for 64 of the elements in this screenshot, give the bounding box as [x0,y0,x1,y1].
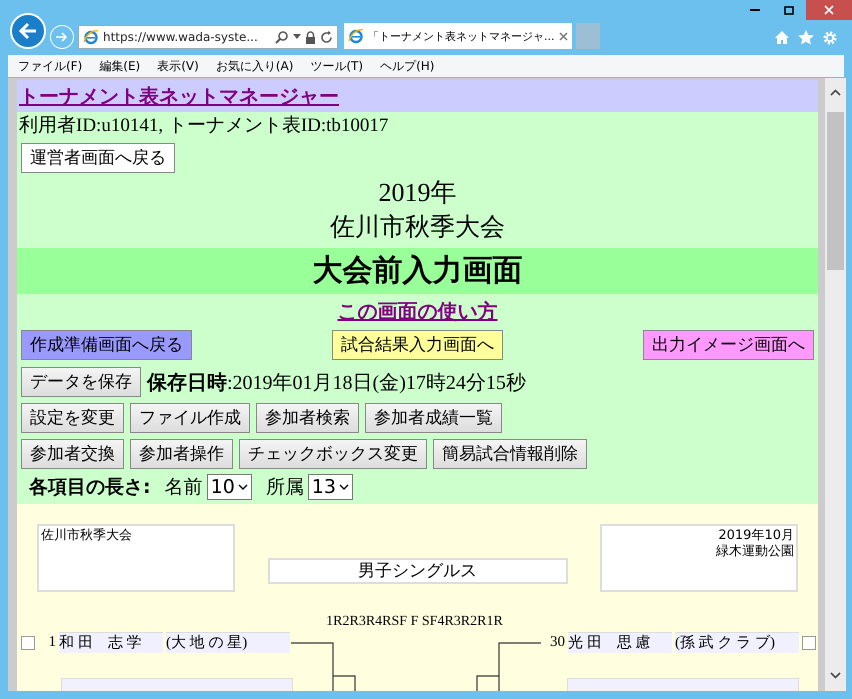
tool-button[interactable]: 簡易試合情報削除 [433,439,587,469]
maximize-icon [784,6,794,14]
club-length-select[interactable]: 13 [308,474,353,500]
menu-item[interactable]: お気に入り(A) [216,58,294,74]
scroll-down-icon[interactable] [830,672,841,679]
browser-logo-icon [348,28,364,44]
name-length-label: 名前 [164,475,203,500]
player-name: 和 田 志 学 [59,632,163,653]
browser-tab[interactable]: 「トーナメント表ネットマネージャ... [344,23,572,49]
address-bar[interactable]: https://www.wada-syste... [78,25,338,49]
menu-item[interactable]: ヘルプ(H) [380,58,434,74]
lock-icon[interactable] [305,30,316,44]
arrow-right-icon [55,31,69,43]
page-heading: 大会前入力画面 [17,248,818,294]
arrow-left-icon [18,22,38,40]
club-length-label: 所属 [266,475,304,500]
bracket-title[interactable]: 男子シングルス [268,558,568,584]
menu-item[interactable]: 表示(V) [157,58,199,74]
player-club: (孫 武 ク ラ ブ) [675,632,799,653]
checkbox[interactable] [802,636,816,650]
tool-button[interactable]: チェックボックス変更 [239,439,427,469]
tool-button[interactable]: 設定を変更 [21,403,124,433]
back-to-admin-button[interactable]: 運営者画面へ戻る [21,143,175,173]
left-info-box[interactable]: 佐川市秋季大会 [37,524,235,592]
back-button[interactable] [10,13,46,49]
minimize-icon [750,8,760,12]
search-icon[interactable] [275,30,289,44]
close-button[interactable] [806,0,852,20]
user-info-text: 利用者ID:u10141, トーナメント表ID:tb10017 [18,114,390,138]
player-name: 光 田 思 慮 [568,632,672,653]
close-icon [824,5,834,15]
nav-button[interactable]: 試合結果入力画面へ [332,330,503,360]
close-icon[interactable] [559,32,568,40]
dropdown-icon[interactable] [293,34,301,40]
tool-button[interactable]: 参加者成績一覧 [365,403,502,433]
scroll-up-icon[interactable] [830,89,841,96]
save-button[interactable]: データを保存 [21,367,141,397]
year-text: 2019年 [378,177,458,209]
chevron-down-icon [238,484,248,490]
chevron-down-icon [338,484,349,490]
menu-item[interactable]: 編集(E) [99,58,140,74]
tool-button[interactable]: 参加者交換 [21,439,124,469]
seed-number: 30 [549,634,565,651]
player-club: (大 地 の 星) [166,632,290,653]
menu-item[interactable]: ツール(T) [310,58,364,74]
round-labels: 1R2R3R4RSF F SF4R3R2R1R [325,614,504,630]
lengths-label: 各項目の長さ: [29,475,151,500]
seed-number: 1 [48,634,56,651]
browser-logo-icon [83,29,99,45]
star-icon[interactable] [798,30,814,45]
refresh-icon[interactable] [320,30,333,44]
right-info-box[interactable]: 2019年10月 緑木運動公園 [600,524,798,592]
saved-time-text: 保存日時:2019年01月18日(金)17時24分15秒 [147,368,526,396]
tool-button[interactable]: 参加者操作 [130,439,233,469]
scrollbar-thumb[interactable] [827,112,844,270]
event-title: 佐川市秋季大会 [329,211,506,243]
nav-button[interactable]: 作成準備画面へ戻る [21,330,192,360]
menu-item[interactable]: ファイル(F) [18,58,82,74]
tool-button[interactable]: ファイル作成 [130,403,250,433]
tool-button[interactable]: 参加者検索 [256,403,359,433]
checkbox[interactable] [21,636,35,650]
help-link[interactable]: この画面の使い方 [338,299,498,323]
nav-button[interactable]: 出力イメージ画面へ [643,330,814,360]
name-length-select[interactable]: 10 [206,474,252,500]
